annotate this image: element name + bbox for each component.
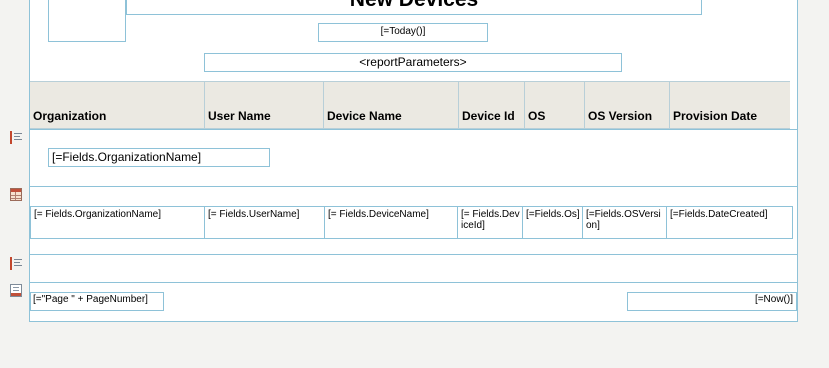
header-provision-date[interactable]: Provision Date [670,82,790,129]
detail-device-id-cell[interactable]: [= Fields.DeviceId] [458,207,523,238]
table-detail-icon[interactable] [10,188,22,201]
today-textbox[interactable]: [=Today()] [318,23,488,42]
group-footer-icon[interactable] [10,257,22,270]
header-device-name[interactable]: Device Name [324,82,459,129]
logo-placeholder[interactable] [48,0,126,42]
header-user-name[interactable]: User Name [205,82,324,129]
detail-organization-cell[interactable]: [= Fields.OrganizationName] [31,207,205,238]
header-organization[interactable]: Organization [30,82,205,129]
report-title: New Devices [127,0,701,12]
header-os-version[interactable]: OS Version [585,82,670,129]
section-divider [29,254,798,255]
detail-row: [= Fields.OrganizationName] [= Fields.Us… [30,206,793,239]
group-header-icon[interactable] [10,131,22,144]
section-divider [29,186,798,187]
organization-group-textbox[interactable]: [=Fields.OrganizationName] [48,148,270,167]
page-number-textbox[interactable]: [="Page " + PageNumber] [30,292,164,311]
header-device-id[interactable]: Device Id [459,82,525,129]
page-footer-icon[interactable] [10,284,22,297]
detail-device-name-cell[interactable]: [= Fields.DeviceName] [325,207,458,238]
report-title-box[interactable]: New Devices [126,0,702,15]
section-divider [29,282,798,283]
header-os[interactable]: OS [525,82,585,129]
detail-user-name-cell[interactable]: [= Fields.UserName] [205,207,325,238]
section-divider [29,129,798,130]
detail-provision-date-cell[interactable]: [=Fields.DateCreated] [667,207,792,238]
now-textbox[interactable]: [=Now()] [627,292,797,311]
column-header-row: Organization User Name Device Name Devic… [30,81,790,129]
detail-os-version-cell[interactable]: [=Fields.OSVersion] [583,207,667,238]
detail-os-cell[interactable]: [=Fields.Os] [523,207,583,238]
report-parameters-textbox[interactable]: <reportParameters> [204,53,622,72]
